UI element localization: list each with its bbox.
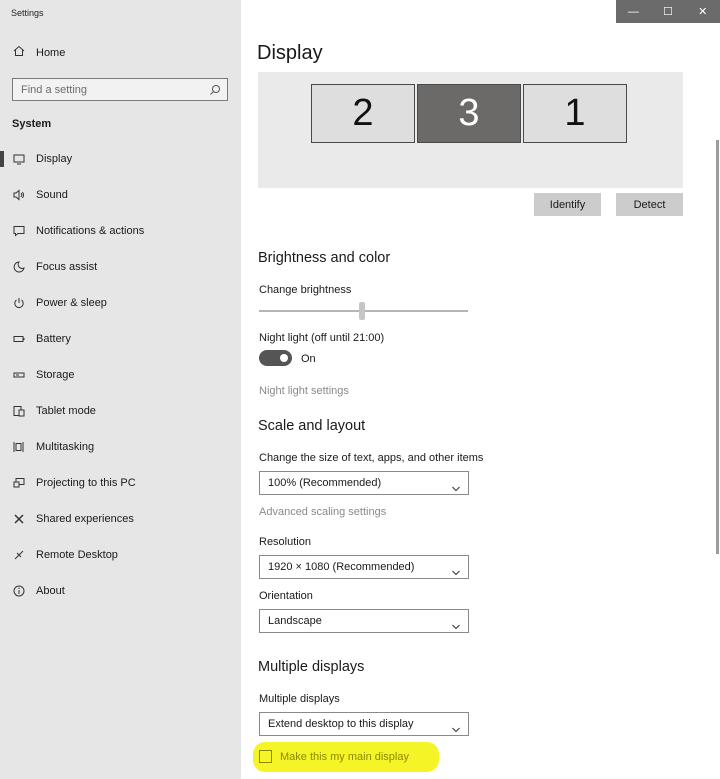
battery-icon [12,333,26,345]
multitasking-icon [12,441,26,453]
search-icon[interactable] [209,83,221,95]
chevron-down-icon [452,618,460,630]
section-label: System [12,118,52,130]
display-arrangement: 2 3 1 [258,72,683,188]
active-indicator [0,151,4,167]
moon-icon [12,261,26,273]
text-size-select[interactable]: 100% (Recommended) [259,471,469,495]
resolution-select[interactable]: 1920 × 1080 (Recommended) [259,555,469,579]
toggle-state-label: On [301,353,316,365]
shared-icon [12,513,26,525]
sidebar-item-label: Remote Desktop [36,549,118,561]
multiple-displays-label: Multiple displays [259,693,340,705]
page-title: Display [257,42,323,64]
monitor-icon [12,153,26,165]
sidebar-item-display[interactable]: Display [0,145,241,173]
identify-button[interactable]: Identify [534,193,601,216]
sidebar-item-remote-desktop[interactable]: Remote Desktop [0,541,241,569]
maximize-button[interactable]: ☐ [651,0,686,23]
sidebar-item-label: Notifications & actions [36,225,145,237]
orientation-select[interactable]: Landscape [259,609,469,633]
sidebar-item-label: Tablet mode [36,405,96,417]
sidebar-item-label: Multitasking [36,441,95,453]
monitor-2[interactable]: 2 [311,84,415,143]
multiple-displays-select[interactable]: Extend desktop to this display [259,712,469,736]
text-size-value: 100% (Recommended) [268,477,382,489]
sidebar-item-battery[interactable]: Battery [0,325,241,353]
power-icon [12,297,26,309]
chevron-down-icon [452,564,460,576]
night-light-settings-link[interactable]: Night light settings [259,385,349,397]
sidebar-item-label: Focus assist [36,261,98,273]
resolution-label: Resolution [259,536,311,548]
sidebar-item-tablet-mode[interactable]: Tablet mode [0,397,241,425]
home-label: Home [36,46,66,59]
sidebar-item-label: Shared experiences [36,513,134,525]
sidebar-item-focus-assist[interactable]: Focus assist [0,253,241,281]
resolution-value: 1920 × 1080 (Recommended) [268,561,415,573]
orientation-value: Landscape [268,615,322,627]
sidebar-item-label: Storage [36,369,75,381]
remote-desktop-icon [12,549,26,561]
detect-button[interactable]: Detect [616,193,683,216]
info-icon [12,585,26,597]
main-display-label[interactable]: Make this my main display [280,751,409,763]
change-brightness-label: Change brightness [259,284,352,296]
sidebar-item-label: Projecting to this PC [36,477,136,489]
advanced-scaling-link[interactable]: Advanced scaling settings [259,506,386,518]
night-light-label: Night light (off until 21:00) [259,332,385,344]
close-button[interactable]: ✕ [685,0,720,23]
tablet-icon [12,405,26,417]
sidebar-item-power-sleep[interactable]: Power & sleep [0,289,241,317]
home-link[interactable]: Home [13,45,65,60]
sidebar-item-projecting[interactable]: Projecting to this PC [0,469,241,497]
monitor-1[interactable]: 1 [523,84,627,143]
search-placeholder: Find a setting [21,84,88,96]
window-controls: — ☐ ✕ [616,0,720,23]
scale-heading: Scale and layout [258,418,366,434]
sidebar-item-label: Display [36,153,73,165]
multiple-displays-heading: Multiple displays [258,659,365,675]
sidebar-item-label: Power & sleep [36,297,107,309]
speaker-icon [12,189,26,201]
chevron-down-icon [452,480,460,492]
search-input[interactable]: Find a setting [12,78,228,101]
sidebar-item-storage[interactable]: Storage [0,361,241,389]
monitor-3[interactable]: 3 [417,84,521,143]
text-size-label: Change the size of text, apps, and other… [259,452,484,464]
multiple-displays-value: Extend desktop to this display [268,718,414,730]
notification-icon [12,225,26,237]
home-icon [13,45,27,60]
sidebar-item-label: About [36,585,65,597]
scrollbar[interactable] [716,140,719,554]
brightness-slider-thumb[interactable] [359,302,365,320]
sidebar-item-shared-experiences[interactable]: Shared experiences [0,505,241,533]
main-display-checkbox[interactable] [259,750,272,763]
chevron-down-icon [452,721,460,733]
toggle-knob [280,354,288,362]
sidebar-item-label: Sound [36,189,68,201]
orientation-label: Orientation [259,590,313,602]
sidebar-item-label: Battery [36,333,71,345]
sidebar-item-notifications[interactable]: Notifications & actions [0,217,241,245]
sidebar-item-sound[interactable]: Sound [0,181,241,209]
storage-icon [12,369,26,381]
sidebar-item-multitasking[interactable]: Multitasking [0,433,241,461]
night-light-toggle[interactable] [259,350,292,366]
sidebar: Settings Home Find a setting System Disp… [0,0,241,779]
brightness-heading: Brightness and color [258,250,391,266]
projecting-icon [12,477,26,489]
sidebar-item-about[interactable]: About [0,577,241,605]
minimize-button[interactable]: — [616,0,651,23]
app-title: Settings [11,8,44,18]
